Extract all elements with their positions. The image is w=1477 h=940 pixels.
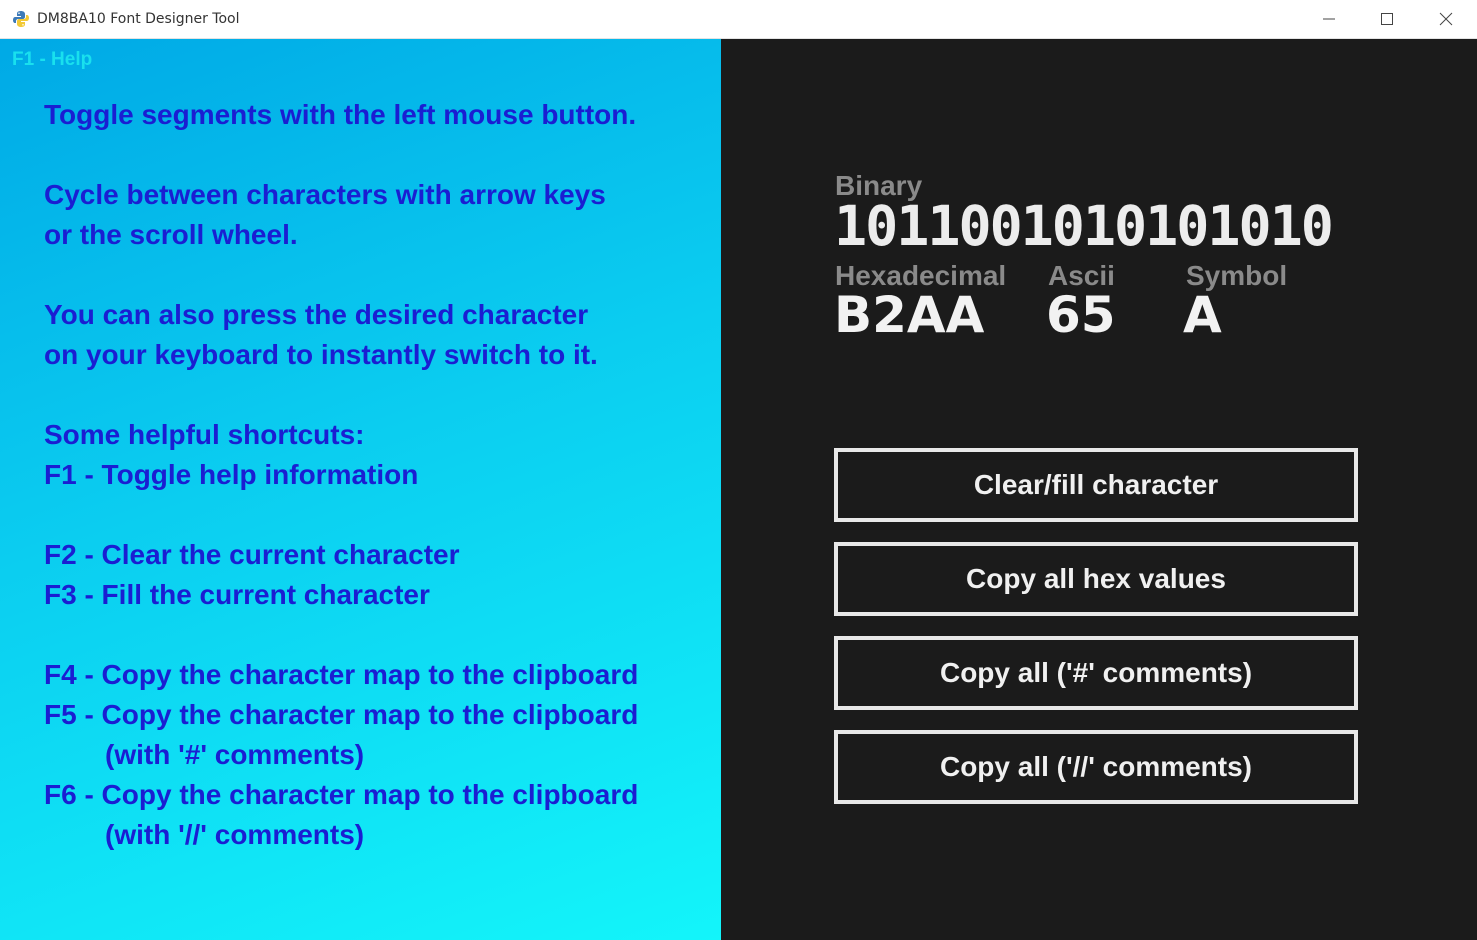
- help-line: Some helpful shortcuts:: [44, 419, 365, 450]
- copy-hex-button[interactable]: Copy all hex values: [834, 542, 1358, 616]
- maximize-icon: [1381, 13, 1393, 25]
- help-line: Cycle between characters with arrow keys: [44, 179, 606, 210]
- close-button[interactable]: [1417, 0, 1475, 38]
- hex-value: B2AA: [834, 286, 985, 344]
- title-bar: DM8BA10 Font Designer Tool: [0, 0, 1477, 39]
- symbol-value: A: [1183, 286, 1222, 344]
- binary-value: 1011001010101010: [834, 194, 1334, 258]
- window-title: DM8BA10 Font Designer Tool: [37, 11, 240, 27]
- python-icon: [12, 10, 30, 28]
- ascii-value: 65: [1046, 286, 1116, 344]
- help-panel: F1 - Help Toggle segments with the left …: [0, 39, 721, 940]
- copy-hash-comments-button[interactable]: Copy all ('#' comments): [834, 636, 1358, 710]
- close-icon: [1439, 12, 1453, 26]
- app-window: DM8BA10 Font Designer Tool F1 - Help Tog…: [0, 0, 1477, 940]
- minimize-icon: [1323, 18, 1335, 20]
- help-line: Toggle segments with the left mouse butt…: [44, 99, 637, 130]
- help-tab-label[interactable]: F1 - Help: [12, 49, 92, 71]
- help-line: F1 - Toggle help information: [44, 459, 419, 490]
- help-line: (with '#' comments): [105, 739, 365, 770]
- help-line: (with '//' comments): [105, 819, 365, 850]
- help-line: F3 - Fill the current character: [44, 579, 430, 610]
- help-line: F4 - Copy the character map to the clipb…: [44, 659, 639, 690]
- copy-slash-comments-button[interactable]: Copy all ('//' comments): [834, 730, 1358, 804]
- help-line: on your keyboard to instantly switch to …: [44, 339, 598, 370]
- help-line: You can also press the desired character: [44, 299, 589, 330]
- clear-fill-button[interactable]: Clear/fill character: [834, 448, 1358, 522]
- help-line: F5 - Copy the character map to the clipb…: [44, 699, 639, 730]
- help-line: F6 - Copy the character map to the clipb…: [44, 779, 639, 810]
- help-line: or the scroll wheel.: [44, 219, 298, 250]
- help-line: F2 - Clear the current character: [44, 539, 460, 570]
- maximize-button[interactable]: [1358, 0, 1416, 38]
- minimize-button[interactable]: [1300, 0, 1358, 38]
